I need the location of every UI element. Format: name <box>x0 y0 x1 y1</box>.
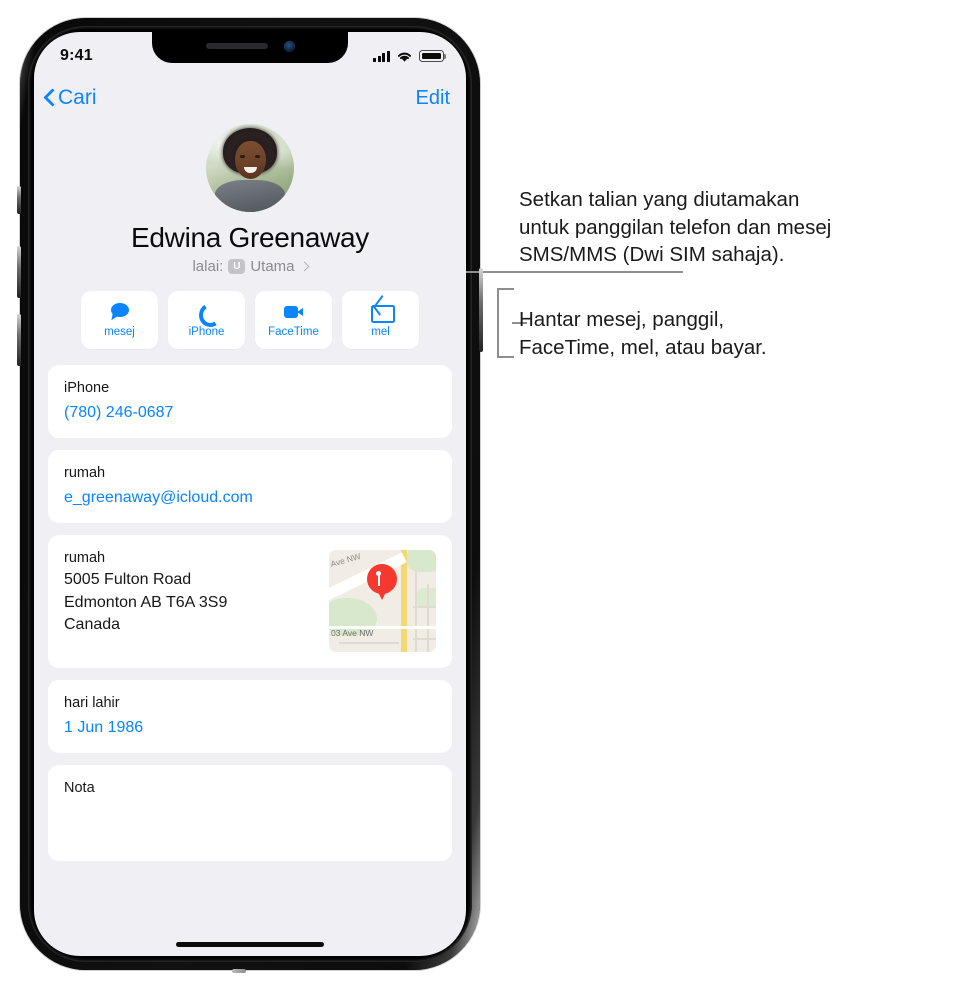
contact-avatar-photo[interactable] <box>206 124 294 212</box>
callout-text-default-line: Setkan talian yang diutamakan untuk pang… <box>519 188 832 267</box>
front-camera-icon <box>284 41 295 52</box>
email-field-label: rumah <box>64 465 106 482</box>
display-notch <box>152 32 348 63</box>
home-indicator[interactable] <box>176 942 324 947</box>
notes-field-label: Nota <box>64 780 95 797</box>
map-street-label-top: Ave NW <box>329 550 362 570</box>
silent-switch[interactable] <box>17 186 21 214</box>
callout-text-quick-actions: Hantar mesej, panggil, FaceTime, mel, at… <box>519 308 767 359</box>
map-pin-dot <box>376 571 381 577</box>
earpiece-speaker-icon <box>206 43 268 49</box>
chevron-left-icon <box>44 89 55 107</box>
quick-action-row: mesej iPhone FaceTime mel <box>34 291 466 349</box>
action-label-mail: mel <box>371 326 390 338</box>
iphone-screen: 9:41 Cari Edit Edwina Greenaway lalai: U… <box>34 32 466 956</box>
contact-name: Edwina Greenaway <box>131 222 369 253</box>
contact-field-birthday[interactable]: hari lahir 1 Jun 1986 <box>48 680 452 754</box>
signal-bars-icon <box>373 50 390 62</box>
side-power-button[interactable] <box>479 268 483 352</box>
contact-field-notes[interactable]: Nota <box>48 765 452 862</box>
email-field-value[interactable]: e_greenaway@icloud.com <box>64 486 436 510</box>
address-text-block: rumah 5005 Fulton Road Edmonton AB T6A 3… <box>64 548 227 637</box>
action-label-message: mesej <box>104 326 135 338</box>
screenshot-stage: 9:41 Cari Edit Edwina Greenaway lalai: U… <box>0 0 971 984</box>
contact-detail-scroll[interactable]: Edwina Greenaway lalai: U Utama mesej iP… <box>34 120 466 956</box>
contact-field-email[interactable]: rumah e_greenaway@icloud.com <box>48 450 452 524</box>
wifi-icon <box>397 52 412 62</box>
address-line-1: 5005 Fulton Road <box>64 571 192 589</box>
back-button-label: Cari <box>58 86 97 109</box>
action-label-facetime: FaceTime <box>268 326 319 338</box>
video-camera-icon <box>282 302 306 322</box>
address-line-3: Canada <box>64 616 121 634</box>
chevron-right-icon <box>299 261 309 272</box>
sim-badge-icon: U <box>228 259 246 274</box>
default-line-prefix: lalai: <box>192 258 224 275</box>
volume-down-button[interactable] <box>17 314 21 366</box>
back-button[interactable]: Cari <box>44 86 97 110</box>
action-button-mail[interactable]: mel <box>342 291 419 349</box>
action-button-call[interactable]: iPhone <box>168 291 245 349</box>
default-line-value: Utama <box>250 258 295 275</box>
volume-up-button[interactable] <box>17 246 21 298</box>
phone-handset-icon <box>195 302 219 322</box>
contact-field-phone[interactable]: iPhone (780) 246-0687 <box>48 365 452 439</box>
status-indicators <box>373 46 447 63</box>
edit-button[interactable]: Edit <box>416 87 450 110</box>
status-time: 9:41 <box>60 47 93 64</box>
action-label-call: iPhone <box>188 326 225 338</box>
phone-field-value[interactable]: (780) 246-0687 <box>64 401 436 425</box>
contact-fields-list: iPhone (780) 246-0687 rumah e_greenaway@… <box>34 349 466 862</box>
map-thumbnail[interactable]: Ave NW 03 Ave NW <box>329 550 436 653</box>
navigation-bar: Cari Edit <box>34 76 466 120</box>
contact-field-address[interactable]: rumah 5005 Fulton Road Edmonton AB T6A 3… <box>48 535 452 669</box>
map-street-label-bottom: 03 Ave NW <box>331 628 374 639</box>
map-pin-icon <box>367 564 397 601</box>
address-line-2: Edmonton AB T6A 3S9 <box>64 593 228 611</box>
address-field-label: rumah <box>64 550 106 567</box>
default-line-selector[interactable]: lalai: U Utama <box>34 258 466 275</box>
bottom-port-accent <box>232 969 246 973</box>
action-button-facetime[interactable]: FaceTime <box>255 291 332 349</box>
phone-field-label: iPhone <box>64 380 110 396</box>
callout-bracket-2 <box>497 288 527 358</box>
birthday-field-label: hari lahir <box>64 695 120 712</box>
action-button-message[interactable]: mesej <box>81 291 158 349</box>
envelope-icon <box>369 302 395 323</box>
battery-icon <box>419 50 447 62</box>
birthday-field-value[interactable]: 1 Jun 1986 <box>64 716 436 740</box>
message-bubble-icon <box>108 302 132 322</box>
